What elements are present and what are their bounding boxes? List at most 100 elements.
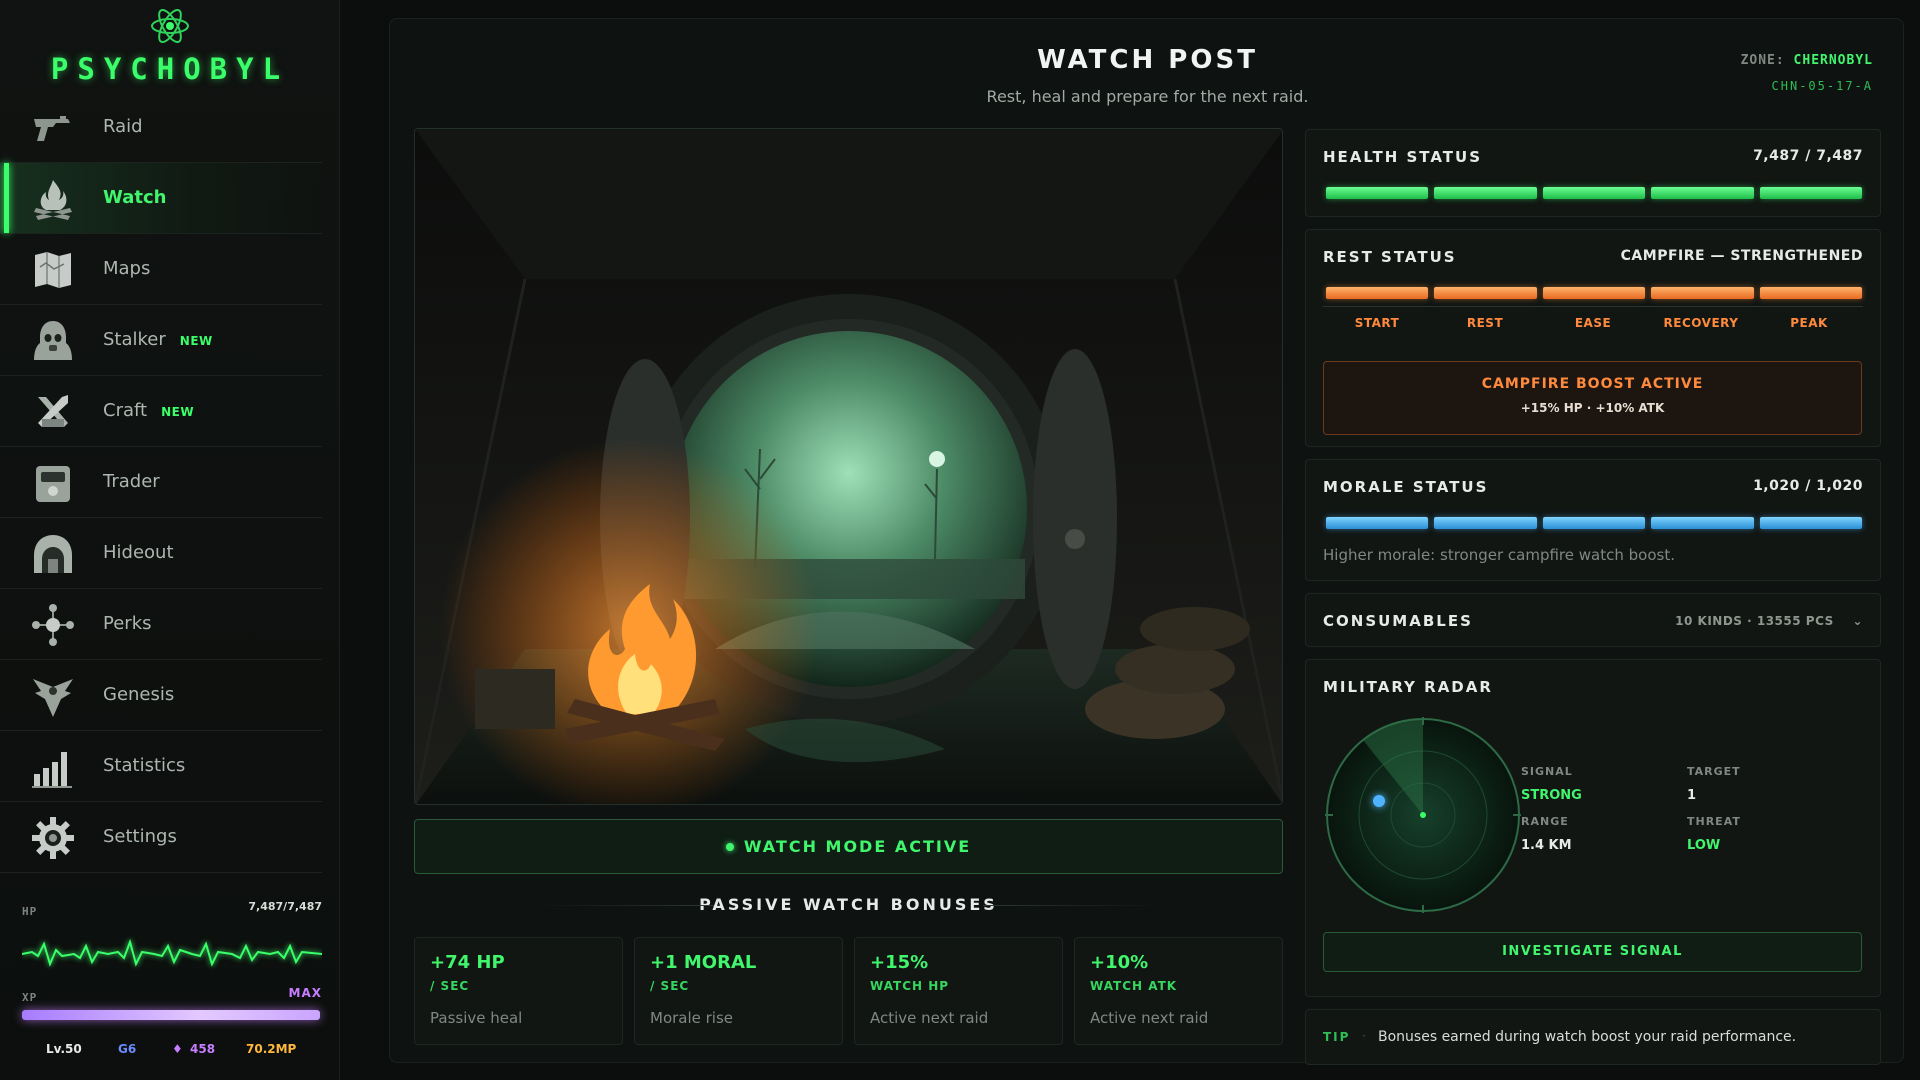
- perks-icon: [32, 604, 74, 646]
- rest-stages: START REST EASE RECOVERY PEAK: [1323, 306, 1863, 330]
- sidebar-item-statistics[interactable]: Statistics: [0, 731, 322, 802]
- sidebar-item-label: Watch: [103, 187, 167, 208]
- sidebar-item-label: Perks: [103, 613, 152, 634]
- pistol-icon: [34, 116, 70, 141]
- sidebar-item-label: Maps: [103, 258, 151, 279]
- rest-value: CAMPFIRE — STRENGTHENED: [1620, 248, 1863, 264]
- bonus-card-moral: +1 MORAL / SEC Morale rise: [634, 937, 843, 1045]
- craft-icon: [38, 395, 68, 427]
- mp-value: 70.2MP: [246, 1042, 297, 1056]
- health-status-panel: HEALTH STATUS 7,487 / 7,487: [1305, 129, 1881, 217]
- page-title: WATCH POST: [1037, 45, 1258, 75]
- boost-detail: +15% HP · +10% ATK: [1520, 401, 1665, 415]
- hideout-icon: [34, 535, 72, 573]
- morale-bar: [1326, 517, 1863, 529]
- sidebar-item-stalker[interactable]: Stalker NEW: [0, 305, 322, 376]
- sidebar-item-craft[interactable]: Craft NEW: [0, 376, 322, 447]
- player-stats: Lv.50 G6 ♦ 458 70.2MP: [22, 1042, 322, 1062]
- app-logo-text: PSYCHOBYL: [50, 52, 290, 86]
- level-value: Lv.50: [46, 1042, 82, 1056]
- health-title: HEALTH STATUS: [1323, 148, 1483, 166]
- sidebar-item-hideout[interactable]: Hideout: [0, 518, 322, 589]
- radar-target: TARGET 1: [1687, 765, 1741, 803]
- sidebar: PSYCHOBYL Raid Watch Maps Stalker NEW Cr…: [0, 0, 340, 1080]
- rest-bar: [1326, 287, 1863, 299]
- sidebar-item-maps[interactable]: Maps: [0, 234, 322, 305]
- passive-bonuses-title: PASSIVE WATCH BONUSES: [414, 895, 1283, 914]
- atom-icon: [151, 9, 189, 43]
- campfire-icon: [34, 180, 72, 220]
- g-value: G6: [118, 1042, 137, 1056]
- sidebar-nav: Raid Watch Maps Stalker NEW Craft NEW Tr…: [0, 92, 322, 873]
- zone-indicator: ZONE: CHERNOBYL: [1740, 53, 1873, 68]
- watch-mode-active-button[interactable]: WATCH MODE ACTIVE: [414, 819, 1283, 874]
- status-dot: [725, 842, 734, 851]
- tip-separator: ·: [1362, 1029, 1366, 1043]
- sidebar-item-label: Settings: [103, 826, 177, 847]
- sidebar-item-label: Stalker NEW: [103, 329, 213, 350]
- new-badge: NEW: [179, 334, 213, 348]
- sidebar-item-label: Trader: [103, 471, 160, 492]
- watch-scene-image: [414, 128, 1283, 805]
- hp-heartbeat-graph: [22, 938, 322, 967]
- sidebar-item-label: Genesis: [103, 684, 175, 705]
- stage-label: EASE: [1574, 316, 1612, 330]
- gem-icon: ♦: [172, 1042, 183, 1056]
- page-subtitle: Rest, heal and prepare for the next raid…: [986, 87, 1309, 106]
- tip-text: Bonuses earned during watch boost your r…: [1378, 1029, 1797, 1045]
- chevron-down-icon[interactable]: ⌄: [1852, 614, 1863, 628]
- passive-bonuses: +74 HP / SEC Passive heal +1 MORAL / SEC…: [414, 937, 1283, 1045]
- consumables-summary: 10 KINDS · 13555 PCS ⌄: [1675, 614, 1863, 628]
- radar-threat: THREAT LOW: [1687, 815, 1741, 853]
- sidebar-item-raid[interactable]: Raid: [0, 92, 322, 163]
- tip-label: TIP: [1323, 1030, 1351, 1044]
- stalker-icon: [34, 321, 72, 360]
- sidebar-item-label: Craft NEW: [103, 400, 195, 421]
- health-value: 7,487 / 7,487: [1753, 148, 1863, 164]
- gear-icon: [32, 817, 74, 859]
- new-badge: NEW: [161, 405, 195, 419]
- boost-title: CAMPFIRE BOOST ACTIVE: [1481, 376, 1704, 392]
- xp-bar: [22, 1010, 320, 1020]
- map-icon: [35, 252, 71, 288]
- rest-title: REST STATUS: [1323, 248, 1457, 266]
- stage-label: PEAK: [1790, 316, 1828, 330]
- tip-panel: TIP · Bonuses earned during watch boost …: [1305, 1009, 1881, 1065]
- sidebar-item-watch[interactable]: Watch: [0, 163, 322, 234]
- morale-title: MORALE STATUS: [1323, 478, 1489, 496]
- sidebar-item-trader[interactable]: Trader: [0, 447, 322, 518]
- hp-label: HP: [22, 905, 38, 918]
- gems-value: 458: [190, 1042, 216, 1056]
- consumables-title: CONSUMABLES: [1323, 612, 1473, 630]
- stage-label: START: [1354, 316, 1400, 330]
- morale-status-panel: MORALE STATUS 1,020 / 1,020 Higher moral…: [1305, 459, 1881, 581]
- bonus-card-watch-atk: +10% WATCH ATK Active next raid: [1074, 937, 1283, 1045]
- bunker-campfire-illustration: [415, 129, 1282, 804]
- sidebar-item-settings[interactable]: Settings: [0, 802, 322, 873]
- xp-label: XP: [22, 991, 38, 1004]
- rest-status-panel: REST STATUS CAMPFIRE — STRENGTHENED STAR…: [1305, 229, 1881, 447]
- sidebar-item-perks[interactable]: Perks: [0, 589, 322, 660]
- radar-range: RANGE 1.4 KM: [1521, 815, 1572, 853]
- radar-signal: SIGNAL STRONG: [1521, 765, 1582, 803]
- bonus-card-watch-hp: +15% WATCH HP Active next raid: [854, 937, 1063, 1045]
- sidebar-item-genesis[interactable]: Genesis: [0, 660, 322, 731]
- investigate-signal-button[interactable]: INVESTIGATE SIGNAL: [1323, 932, 1862, 972]
- statistics-icon: [32, 752, 72, 788]
- consumables-panel[interactable]: CONSUMABLES 10 KINDS · 13555 PCS ⌄: [1305, 593, 1881, 647]
- sidebar-item-label: Hideout: [103, 542, 174, 563]
- radar-title: MILITARY RADAR: [1323, 678, 1493, 696]
- xp-value: MAX: [288, 986, 322, 1000]
- watch-post-panel: WATCH POST Rest, heal and prepare for th…: [389, 18, 1904, 1065]
- health-bar: [1326, 187, 1863, 199]
- zone-code: CHN-05-17-A: [1771, 79, 1873, 93]
- morale-note: Higher morale: stronger campfire watch b…: [1323, 546, 1675, 564]
- radar-display: [1325, 717, 1521, 913]
- genesis-icon: [33, 679, 73, 717]
- military-radar-panel: MILITARY RADAR SIGNAL STRONG TARGET 1 RA…: [1305, 659, 1881, 997]
- campfire-boost-box: CAMPFIRE BOOST ACTIVE +15% HP · +10% ATK: [1323, 361, 1862, 435]
- hp-value: 7,487/7,487: [248, 900, 322, 913]
- logo: PSYCHOBYL: [0, 0, 340, 92]
- bonus-card-hp: +74 HP / SEC Passive heal: [414, 937, 623, 1045]
- stage-label: RECOVERY: [1663, 316, 1739, 330]
